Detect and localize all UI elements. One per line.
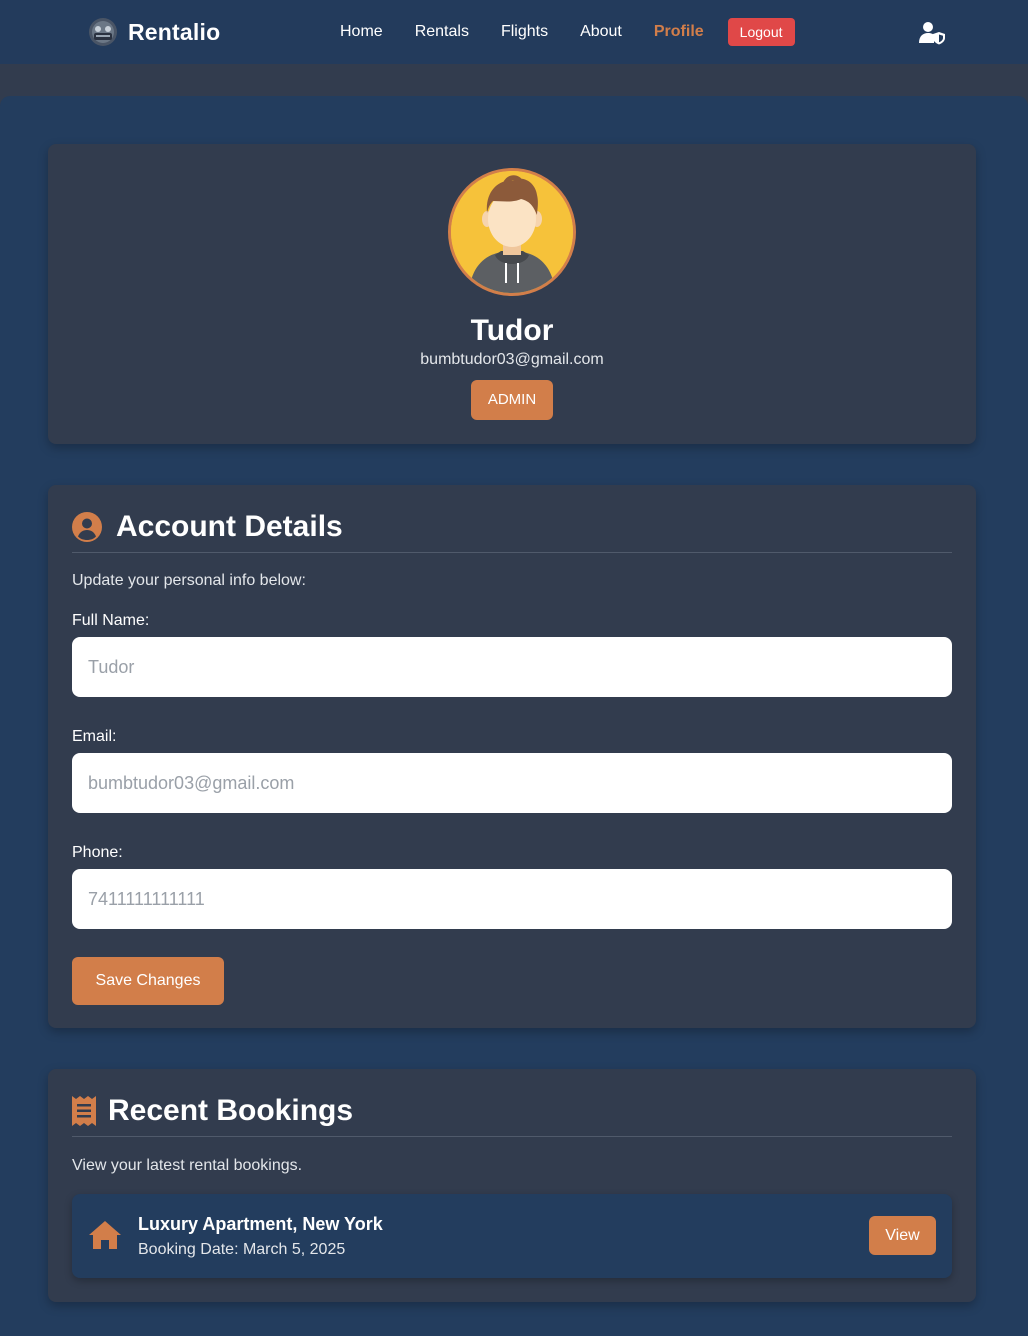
brand[interactable]: Rentalio <box>88 16 220 48</box>
account-details-header: Account Details <box>72 509 952 553</box>
email-input[interactable] <box>72 753 952 813</box>
brand-logo-icon <box>89 18 117 46</box>
main-content: Tudor bumbtudor03@gmail.com ADMIN Accoun… <box>0 96 1028 1336</box>
phone-label: Phone: <box>72 844 123 861</box>
profile-name: Tudor <box>470 314 554 347</box>
user-shield-icon[interactable] <box>918 21 946 45</box>
account-details-title: Account Details <box>116 510 343 543</box>
booking-title: Luxury Apartment, New York <box>138 1214 383 1234</box>
logout-button[interactable]: Logout <box>727 18 795 46</box>
full-name-input[interactable] <box>72 637 952 697</box>
booking-date: Booking Date: March 5, 2025 <box>138 1241 346 1258</box>
nav-links: Home Rentals Flights About Profile Logou… <box>340 18 795 46</box>
view-booking-button[interactable]: View <box>869 1216 936 1255</box>
email-label: Email: <box>72 728 117 745</box>
receipt-icon <box>72 1096 96 1126</box>
nav-link-profile[interactable]: Profile <box>654 23 704 41</box>
role-badge: ADMIN <box>471 380 553 420</box>
recent-bookings-title: Recent Bookings <box>108 1094 354 1127</box>
profile-email: bumbtudor03@gmail.com <box>420 351 604 368</box>
save-changes-button[interactable]: Save Changes <box>72 957 224 1005</box>
account-details-card: Account Details Update your personal inf… <box>48 485 976 1028</box>
recent-bookings-header: Recent Bookings <box>72 1093 952 1137</box>
navbar: Rentalio Home Rentals Flights About Prof… <box>0 0 1028 64</box>
booking-item: Luxury Apartment, New York Booking Date:… <box>72 1194 952 1278</box>
full-name-label: Full Name: <box>72 612 150 629</box>
nav-link-home[interactable]: Home <box>340 23 383 41</box>
brand-name: Rentalio <box>128 18 221 45</box>
user-circle-icon <box>72 512 102 542</box>
phone-input[interactable] <box>72 869 952 929</box>
home-icon <box>89 1221 121 1249</box>
nav-link-about[interactable]: About <box>580 23 622 41</box>
recent-bookings-card: Recent Bookings View your latest rental … <box>48 1069 976 1302</box>
avatar-illustration-icon <box>451 171 573 293</box>
account-details-subtitle: Update your personal info below: <box>72 572 306 589</box>
recent-bookings-subtitle: View your latest rental bookings. <box>72 1157 303 1174</box>
profile-card: Tudor bumbtudor03@gmail.com ADMIN <box>48 144 976 444</box>
nav-link-rentals[interactable]: Rentals <box>415 23 469 41</box>
nav-link-flights[interactable]: Flights <box>501 23 548 41</box>
avatar <box>448 168 576 296</box>
